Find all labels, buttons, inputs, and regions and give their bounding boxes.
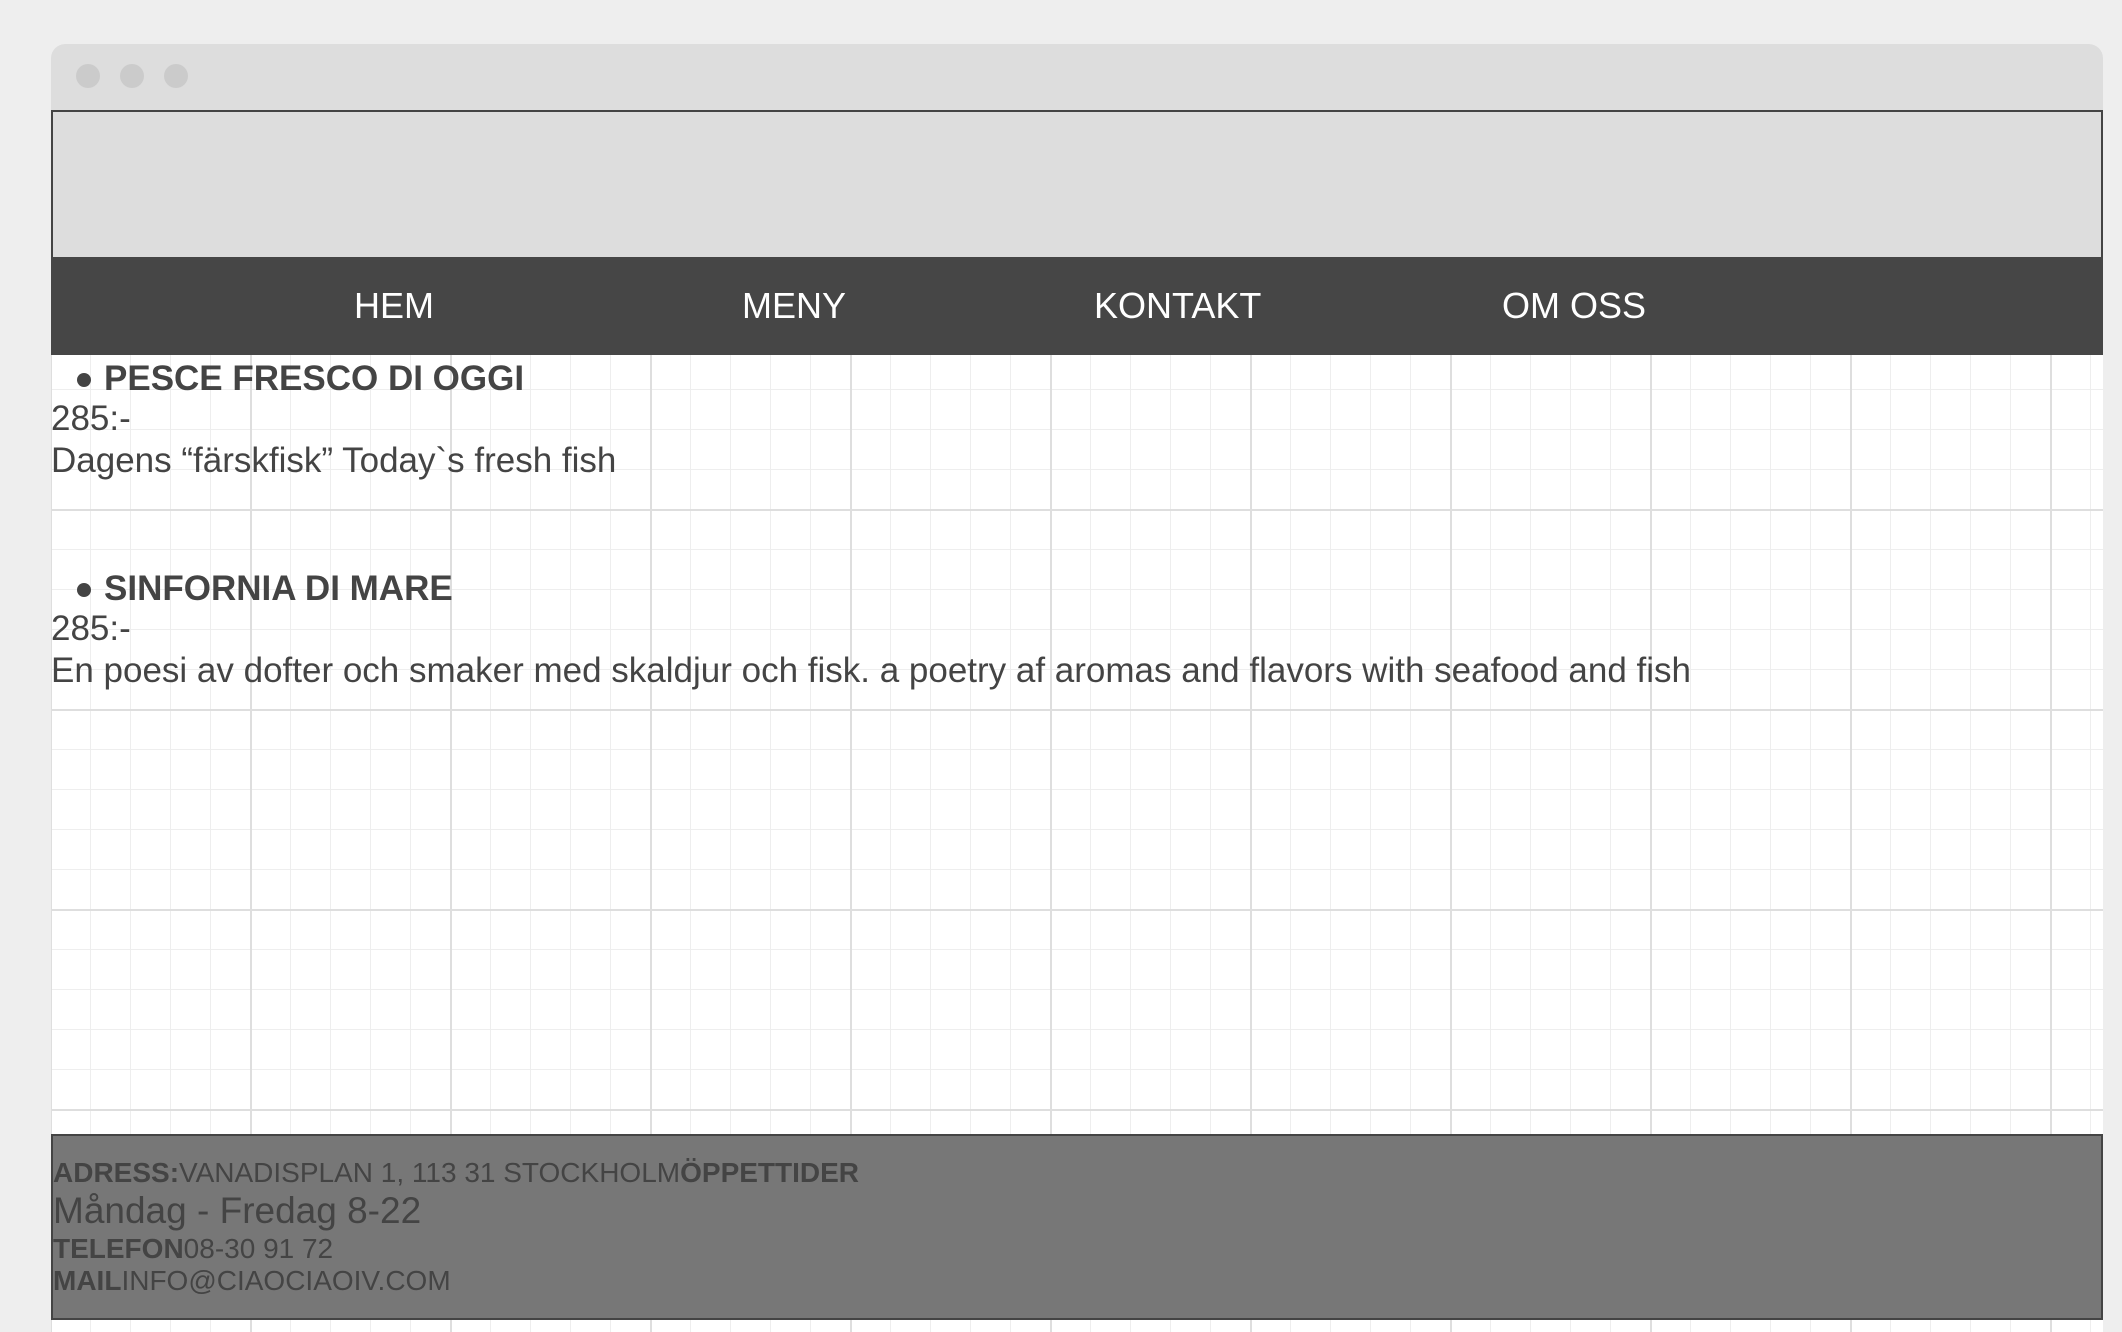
site-footer: ADRESS:VANADISPLAN 1, 113 31 STOCKHOLMÖP…: [51, 1134, 2103, 1320]
address-value: VANADISPLAN 1, 113 31 STOCKHOLM: [179, 1157, 681, 1188]
nav-item-meny[interactable]: MENY: [742, 257, 846, 355]
dish-price: 285:-: [51, 399, 131, 438]
browser-window: HEM MENY KONTAKT OM OSS PESCE FRESCO DI …: [51, 44, 2103, 1332]
dish-name: PESCE FRESCO DI OGGI: [104, 359, 525, 398]
dish-price: 285:-: [51, 609, 131, 648]
main-navbar: HEM MENY KONTAKT OM OSS: [51, 257, 2103, 355]
opening-hours-label: ÖPPETTIDER: [680, 1157, 860, 1188]
opening-hours-value: Måndag - Fredag 8-22: [53, 1190, 422, 1231]
bullet-icon: [77, 583, 91, 597]
footer-address-line: ADRESS:VANADISPLAN 1, 113 31 STOCKHOLMÖP…: [53, 1156, 859, 1190]
footer-mail-line: MAILINFO@CIAOCIAOIV.COM: [53, 1264, 451, 1298]
nav-item-kontakt[interactable]: KONTAKT: [1094, 257, 1261, 355]
window-maximize-dot-icon[interactable]: [164, 64, 188, 88]
page-content: HEM MENY KONTAKT OM OSS PESCE FRESCO DI …: [51, 110, 2103, 1332]
phone-label: TELEFON: [53, 1233, 184, 1264]
phone-value: 08-30 91 72: [183, 1233, 334, 1264]
mail-label: MAIL: [53, 1265, 122, 1296]
footer-phone-line: TELEFON08-30 91 72: [53, 1232, 333, 1266]
mail-value[interactable]: INFO@CIAOCIAOIV.COM: [121, 1265, 450, 1296]
dish-description: En poesi av dofter och smaker med skaldj…: [51, 651, 1691, 690]
nav-item-om-oss[interactable]: OM OSS: [1502, 257, 1646, 355]
dish-description: Dagens “färskfisk” Today`s fresh fish: [51, 441, 617, 480]
dish-name: SINFORNIA DI MARE: [104, 569, 453, 608]
window-titlebar: [51, 44, 2103, 110]
window-close-dot-icon[interactable]: [76, 64, 100, 88]
header-banner: [51, 110, 2103, 257]
bullet-icon: [77, 373, 91, 387]
window-minimize-dot-icon[interactable]: [120, 64, 144, 88]
address-label: ADRESS:: [53, 1157, 180, 1188]
nav-item-hem[interactable]: HEM: [354, 257, 434, 355]
